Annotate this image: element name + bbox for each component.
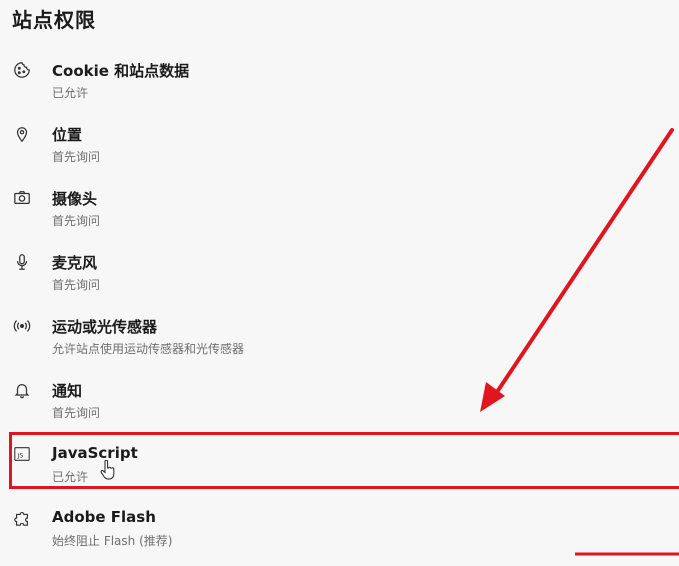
hand-cursor-icon: [100, 460, 115, 480]
